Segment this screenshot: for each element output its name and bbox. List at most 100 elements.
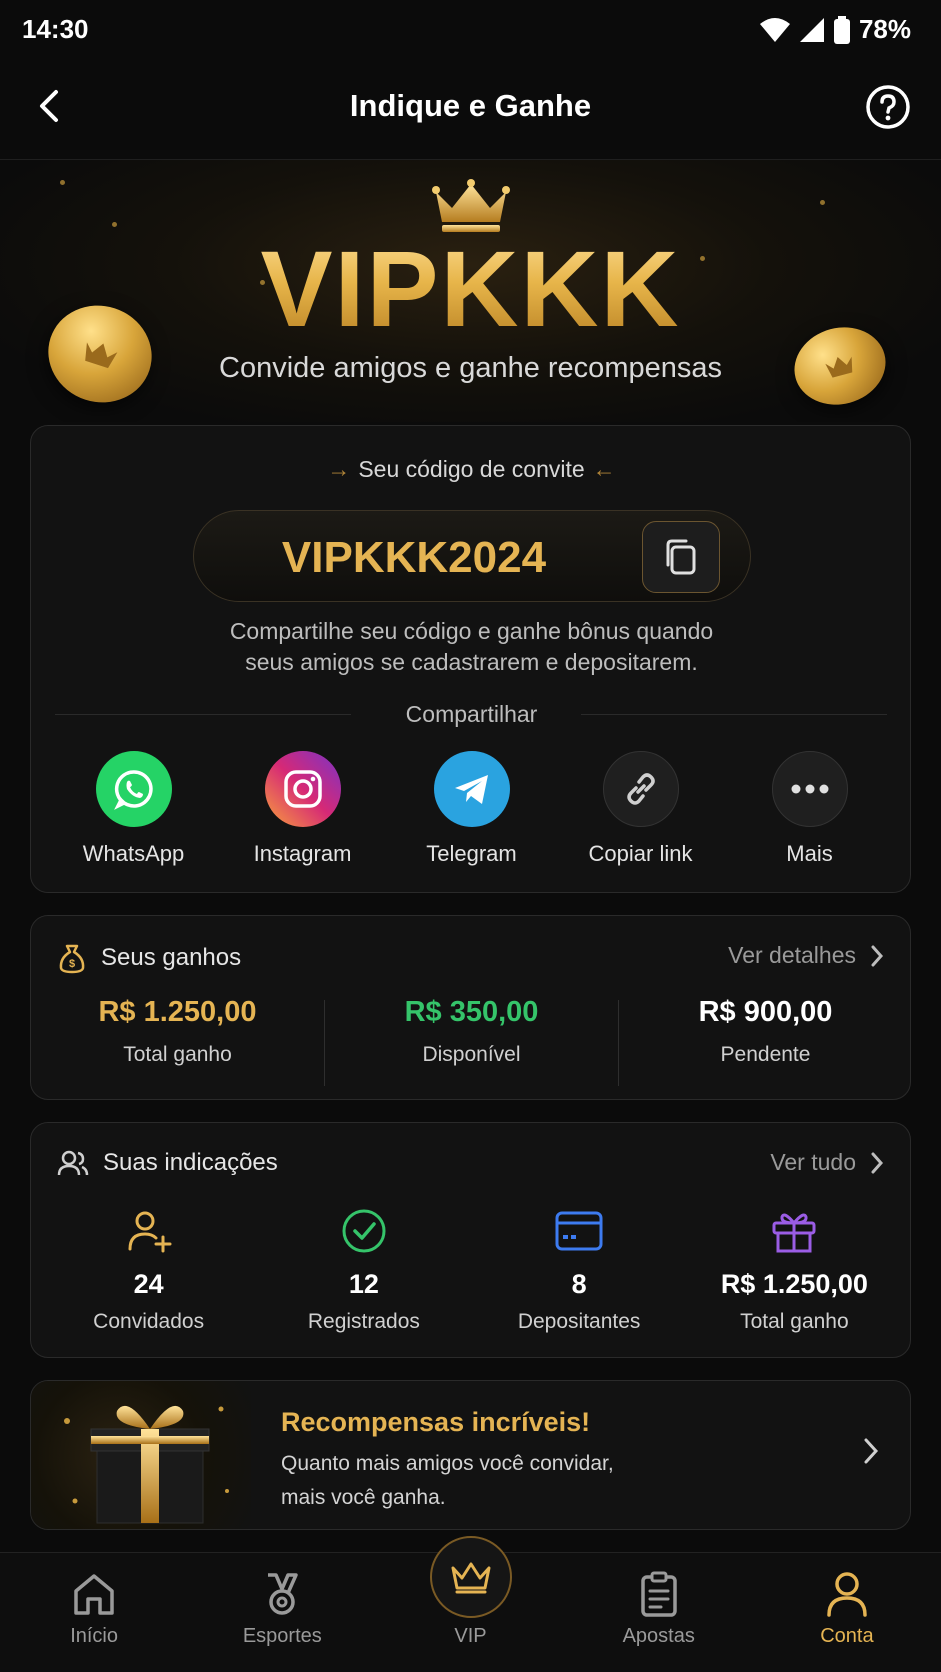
svg-text:$: $ bbox=[69, 958, 75, 970]
nav-item-conta[interactable]: Conta bbox=[753, 1553, 941, 1672]
link-icon[interactable] bbox=[602, 751, 679, 827]
referrals-invited: 24 Convidados bbox=[41, 1205, 256, 1345]
nav-label: Conta bbox=[820, 1625, 874, 1647]
invite-card: → Seu código de convite ← VIPKKK2024 Compa… bbox=[30, 425, 911, 893]
copy-code-button[interactable] bbox=[642, 521, 720, 593]
earnings-details-label[interactable]: Ver detalhes bbox=[728, 942, 856, 969]
share-options: WhatsApp Instagram Telegram Copiar link … bbox=[31, 751, 912, 871]
chevron-right-icon bbox=[871, 1152, 884, 1173]
earnings-details-link[interactable]: Ver detalhes bbox=[728, 942, 884, 969]
nav-label: VIP bbox=[454, 1625, 487, 1647]
status-bar: 14:30 78% bbox=[0, 0, 941, 58]
battery-level: 78% bbox=[858, 14, 911, 44]
hero-banner: VIPKKK Convide amigos e ganhe recompensa… bbox=[0, 160, 941, 422]
nav-item-inicio[interactable]: Início bbox=[0, 1553, 188, 1672]
invite-description-line: seus amigos se cadastrarem e depositarem… bbox=[245, 649, 698, 675]
status-right: 78% bbox=[759, 14, 911, 45]
referrals-value: 12 bbox=[348, 1269, 379, 1299]
earnings-caption: Pendente bbox=[720, 1043, 811, 1066]
referrals-caption: Registrados bbox=[307, 1310, 420, 1333]
referrals-view-all-label[interactable]: Ver tudo bbox=[770, 1149, 856, 1176]
crown-icon bbox=[451, 1562, 491, 1594]
status-time: 14:30 bbox=[22, 14, 89, 44]
referrals-depositors: 8 Depositantes bbox=[472, 1205, 687, 1345]
share-telegram[interactable]: Telegram bbox=[397, 751, 547, 871]
nav-item-apostas[interactable]: Apostas bbox=[565, 1553, 753, 1672]
share-more[interactable]: Mais bbox=[735, 751, 885, 871]
instagram-icon[interactable] bbox=[264, 751, 341, 827]
earnings-value: R$ 900,00 bbox=[698, 996, 833, 1028]
check-circle-icon bbox=[338, 1205, 390, 1257]
earnings-value: R$ 350,00 bbox=[404, 996, 539, 1028]
referrals-value: R$ 1.250,00 bbox=[720, 1269, 868, 1299]
medal-icon bbox=[268, 1573, 299, 1615]
invite-label-text: Seu código de convite bbox=[358, 456, 585, 482]
user-icon bbox=[827, 1572, 867, 1617]
copy-icon bbox=[666, 539, 696, 575]
earnings-caption: Total ganho bbox=[123, 1043, 232, 1066]
referrals-total-earned: R$ 1.250,00 Total ganho bbox=[687, 1205, 902, 1345]
referrals-caption: Total ganho bbox=[740, 1310, 849, 1333]
chevron-right-icon[interactable] bbox=[862, 1436, 880, 1466]
sparkle bbox=[820, 200, 825, 205]
telegram-icon[interactable] bbox=[433, 751, 510, 827]
help-icon[interactable] bbox=[865, 84, 911, 130]
banner-title: Recompensas incríveis! bbox=[281, 1407, 591, 1437]
card-icon bbox=[553, 1205, 605, 1257]
coin-crown-icon bbox=[85, 342, 118, 369]
share-label-telegram: Telegram bbox=[426, 841, 517, 866]
whatsapp-icon[interactable] bbox=[95, 751, 172, 827]
page-title: Indique e Ganhe bbox=[349, 88, 592, 123]
earnings-value: R$ 1.250,00 bbox=[98, 996, 257, 1028]
share-label: Compartilhar bbox=[405, 701, 538, 727]
earnings-header: $ Seus ganhos bbox=[57, 942, 241, 974]
earnings-card: $ Seus ganhos Ver detalhes R$ 1.250,00 T… bbox=[30, 915, 911, 1100]
earnings-caption: Disponível bbox=[422, 1043, 521, 1066]
users-icon bbox=[57, 1150, 89, 1176]
referrals-caption: Depositantes bbox=[517, 1310, 641, 1333]
share-label-more: Mais bbox=[786, 841, 833, 866]
nav-label: Esportes bbox=[242, 1625, 322, 1647]
earnings-stats: R$ 1.250,00 Total ganho R$ 350,00 Dispon… bbox=[31, 996, 912, 1086]
invite-label: → Seu código de convite ← bbox=[31, 456, 912, 483]
share-label-whatsapp: WhatsApp bbox=[82, 841, 185, 866]
rewards-banner[interactable]: Recompensas incríveis! Quanto mais amigo… bbox=[30, 1380, 911, 1530]
share-whatsapp[interactable]: WhatsApp bbox=[59, 751, 209, 871]
gift-icon bbox=[768, 1205, 820, 1257]
share-label-instagram: Instagram bbox=[253, 841, 352, 866]
app-header: Indique e Ganhe bbox=[0, 58, 941, 160]
earnings-title: Seus ganhos bbox=[101, 944, 242, 971]
gift-box-icon bbox=[64, 1405, 229, 1524]
nav-label: Início bbox=[70, 1625, 118, 1647]
referrals-value: 8 bbox=[571, 1269, 587, 1299]
banner-text-line: Quanto mais amigos você convidar, bbox=[281, 1452, 614, 1475]
home-icon bbox=[74, 1574, 114, 1615]
referrals-title: Suas indicações bbox=[103, 1149, 278, 1176]
more-icon[interactable] bbox=[771, 751, 848, 827]
vip-nav-button[interactable] bbox=[430, 1536, 512, 1618]
referrals-stats: 24 Convidados 12 Registrados 8 Depositan… bbox=[31, 1205, 912, 1345]
nav-item-esportes[interactable]: Esportes bbox=[188, 1553, 376, 1672]
money-bag-icon: $ bbox=[59, 944, 85, 974]
user-plus-icon bbox=[123, 1205, 175, 1257]
share-instagram[interactable]: Instagram bbox=[228, 751, 378, 871]
arrow-right-icon: → bbox=[327, 456, 351, 482]
gift-box-image bbox=[31, 1381, 251, 1529]
share-copy-link[interactable]: Copiar link bbox=[566, 751, 716, 871]
earnings-pending: R$ 900,00 Pendente bbox=[619, 996, 912, 1086]
coin-crown-icon bbox=[825, 356, 853, 378]
banner-text-line: mais você ganha. bbox=[281, 1486, 446, 1509]
referrals-view-all-link[interactable]: Ver tudo bbox=[770, 1149, 884, 1176]
signal-icon bbox=[799, 17, 824, 42]
referrals-header: Suas indicações bbox=[57, 1149, 278, 1177]
invite-code-box: VIPKKK2024 bbox=[193, 510, 751, 602]
referrals-registered: 12 Registrados bbox=[256, 1205, 471, 1345]
invite-description: Compartilhe seu código e ganhe bônus qua… bbox=[31, 616, 912, 678]
arrow-left-icon: ← bbox=[592, 456, 616, 482]
share-label-copy-link: Copiar link bbox=[588, 841, 693, 866]
invite-code[interactable]: VIPKKK2024 bbox=[234, 533, 594, 583]
nav-label: Apostas bbox=[622, 1625, 695, 1647]
invite-description-line: Compartilhe seu código e ganhe bônus qua… bbox=[229, 618, 714, 644]
earnings-total: R$ 1.250,00 Total ganho bbox=[31, 996, 324, 1086]
battery-icon bbox=[833, 15, 850, 44]
